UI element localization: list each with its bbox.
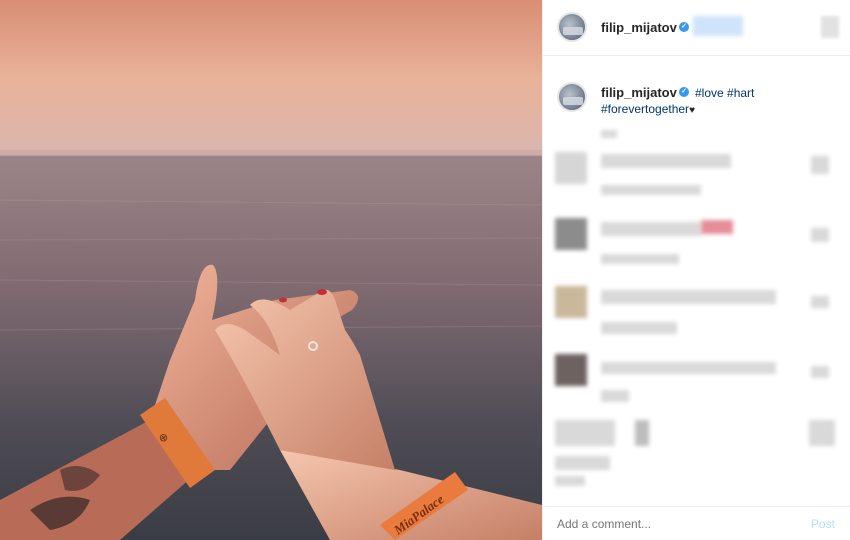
comment-meta-blurred (601, 254, 679, 264)
post-header: filip_mijatov ✓ (543, 0, 850, 56)
caption-hashtags[interactable]: #love #hart (695, 85, 845, 102)
comment-like-icon-blurred[interactable] (811, 228, 829, 242)
caption-avatar[interactable] (557, 82, 587, 112)
comment-avatar-blurred[interactable] (555, 354, 587, 386)
hashtag-forevertogether[interactable]: #forevertogether (601, 102, 689, 116)
comment-avatar-blurred[interactable] (555, 152, 587, 184)
add-comment-input[interactable] (557, 517, 777, 531)
comment-text-blurred (601, 362, 776, 374)
comment-text-blurred (601, 154, 731, 168)
save-icon-blurred[interactable] (809, 420, 835, 446)
add-comment-bar: Post (543, 506, 850, 540)
bottom-action-icons-blurred[interactable] (555, 420, 615, 446)
comment-like-icon-blurred[interactable] (811, 156, 829, 174)
bookmark-icon-blurred[interactable] (635, 420, 649, 446)
comment-avatar-blurred[interactable] (555, 286, 587, 318)
caption-hashtags-line2[interactable]: #forevertogether♥ (601, 101, 695, 119)
heart-emoji: ♥ (689, 105, 695, 116)
more-options-icon[interactable] (821, 16, 839, 38)
comment-like-icon-blurred[interactable] (811, 296, 829, 308)
comment-meta-blurred (601, 390, 629, 402)
post-side-panel: filip_mijatov ✓ filip_mijatov ✓ #love #h… (542, 0, 850, 540)
blurred-timestamp (601, 130, 617, 138)
avatar[interactable] (557, 12, 587, 42)
comment-like-icon-blurred[interactable] (811, 366, 829, 378)
verified-icon: ✓ (679, 87, 689, 97)
header-username[interactable]: filip_mijatov (601, 20, 677, 35)
post-date-blurred (555, 476, 585, 486)
sunset-hands-image: ⊕ MiaPalace (0, 0, 542, 540)
comment-avatar-blurred[interactable] (555, 218, 587, 250)
comment-text-blurred (601, 290, 776, 304)
comment-emoji-blurred (701, 220, 733, 234)
comment-meta-blurred (601, 185, 701, 195)
post-button[interactable]: Post (811, 517, 835, 531)
comment-text-blurred (601, 222, 701, 236)
post-photo[interactable]: ⊕ MiaPalace (0, 0, 542, 540)
follow-button-blurred[interactable] (693, 16, 743, 36)
comment-meta-blurred (601, 322, 677, 334)
verified-icon: ✓ (679, 22, 689, 32)
likes-count-blurred (555, 456, 610, 470)
caption-username[interactable]: filip_mijatov (601, 85, 677, 100)
